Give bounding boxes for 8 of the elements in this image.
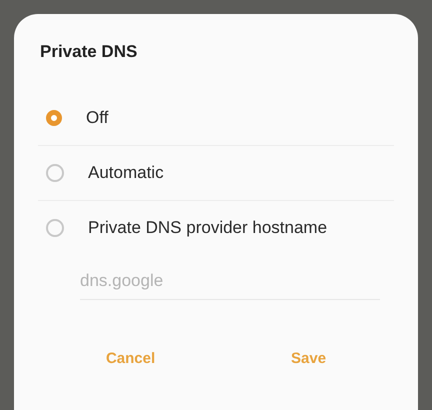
option-label[interactable]: Private DNS provider hostname (88, 218, 328, 238)
hostname-field[interactable]: dns.google (80, 265, 380, 300)
radio-button[interactable] (46, 110, 62, 126)
dialog-title: Private DNS (39, 42, 138, 62)
radio-button[interactable] (46, 219, 64, 237)
option-label[interactable]: Automatic (88, 163, 164, 183)
option-label[interactable]: Off (86, 108, 108, 128)
radio-button[interactable] (46, 164, 64, 182)
